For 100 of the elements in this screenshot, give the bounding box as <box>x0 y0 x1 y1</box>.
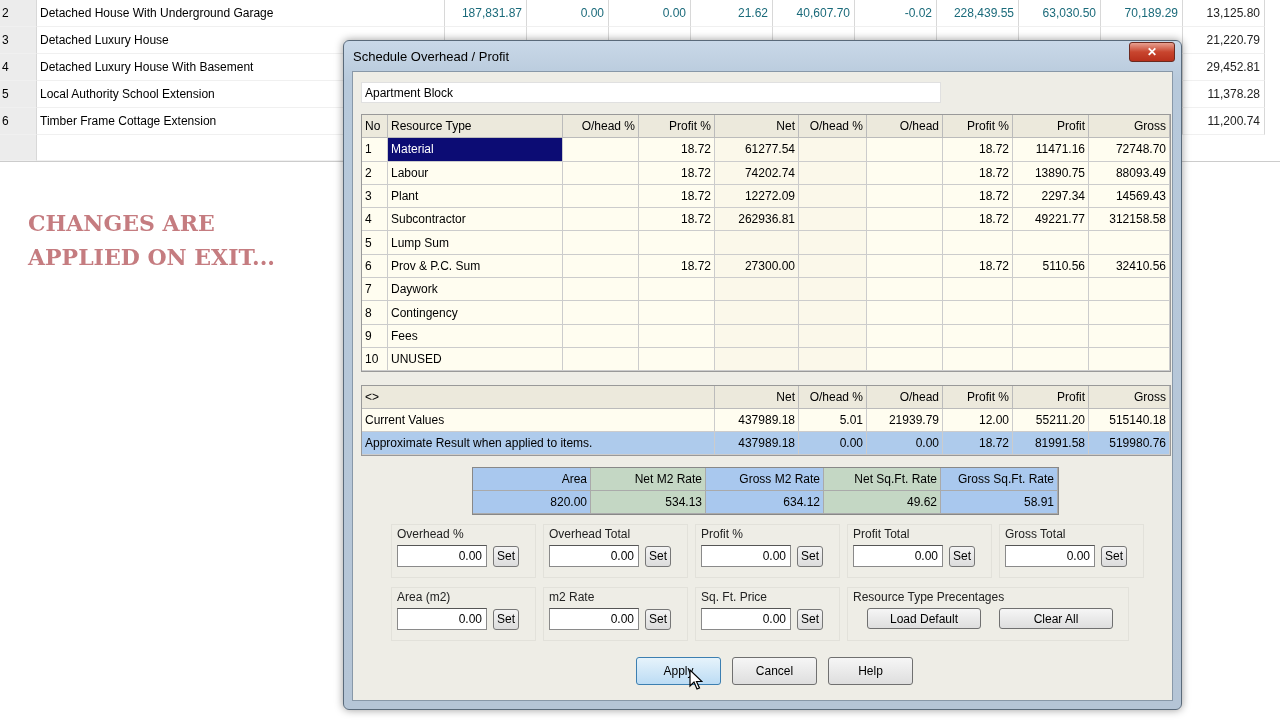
table-cell: 13890.75 <box>1013 161 1089 185</box>
table-cell <box>799 301 867 325</box>
table-cell: Detached House With Underground Garage <box>37 0 445 27</box>
column-header: O/head <box>867 386 943 410</box>
table-cell: 5 <box>362 231 388 255</box>
table-cell: 11,200.74 <box>1183 108 1265 135</box>
column-header: Net <box>715 386 799 410</box>
table-cell[interactable]: Daywork <box>388 278 563 302</box>
table-cell: 29,452.81 <box>1183 54 1265 81</box>
input-field[interactable]: 0.00 <box>701 545 791 568</box>
set-button[interactable]: Set <box>949 545 975 567</box>
table-cell: 14569.43 <box>1089 184 1170 209</box>
input-field[interactable]: 0.00 <box>397 545 487 568</box>
action-button[interactable]: Load Default <box>867 608 981 630</box>
table-cell: 0.00 <box>527 0 609 27</box>
table-cell: 81991.58 <box>1013 432 1089 456</box>
table-cell <box>799 208 867 232</box>
table-cell[interactable]: Prov & P.C. Sum <box>388 254 563 279</box>
input-field[interactable]: 0.00 <box>397 608 487 631</box>
row-number: 3 <box>0 27 37 54</box>
table-cell: 4 <box>362 208 388 232</box>
table-cell: 21,220.79 <box>1183 27 1265 54</box>
column-header: Gross <box>1089 386 1170 410</box>
input-field[interactable]: 0.00 <box>853 545 943 568</box>
table-cell[interactable]: Lump Sum <box>388 231 563 255</box>
column-header: O/head <box>867 115 943 139</box>
table-cell[interactable]: Labour <box>388 161 563 185</box>
table-cell: 8 <box>362 301 388 325</box>
set-button[interactable]: Set <box>645 545 671 567</box>
column-header: Profit <box>1013 115 1089 139</box>
column-header: <> <box>362 386 715 410</box>
field-label: Gross Total <box>1005 527 1067 542</box>
table-cell: 11471.16 <box>1013 138 1089 162</box>
set-button[interactable]: Set <box>797 608 823 630</box>
table-cell[interactable]: Contingency <box>388 301 563 325</box>
table-cell: 70,189.29 <box>1101 0 1183 27</box>
column-header: Profit % <box>943 386 1013 410</box>
table-cell: 10 <box>362 347 388 372</box>
caption-text: APPLIED ON EXIT... <box>28 243 275 272</box>
table-cell: 32410.56 <box>1089 254 1170 279</box>
table-cell: 820.00 <box>473 491 591 515</box>
table-cell: 228,439.55 <box>937 0 1019 27</box>
input-field[interactable]: 0.00 <box>1005 545 1095 568</box>
table-cell <box>799 278 867 302</box>
set-button[interactable]: Set <box>797 545 823 567</box>
field-label: Area (m2) <box>397 590 452 605</box>
table-cell[interactable]: Plant <box>388 184 563 209</box>
table-cell[interactable]: Fees <box>388 324 563 348</box>
table-cell[interactable]: Subcontractor <box>388 208 563 232</box>
table-cell: 2297.34 <box>1013 184 1089 209</box>
dialog-button[interactable]: Cancel <box>732 657 817 686</box>
table-cell: 437989.18 <box>715 432 799 456</box>
set-button[interactable]: Set <box>493 608 519 630</box>
table-cell <box>943 301 1013 325</box>
table-cell: 61277.54 <box>715 138 799 162</box>
input-field[interactable]: 0.00 <box>701 608 791 631</box>
table-cell: 3 <box>362 184 388 209</box>
table-cell: 9 <box>362 324 388 348</box>
column-header: Area <box>473 468 591 492</box>
table-cell: 262936.81 <box>715 208 799 232</box>
action-button[interactable]: Clear All <box>999 608 1113 630</box>
table-cell[interactable]: Material <box>388 138 563 162</box>
row-number: 6 <box>0 108 37 135</box>
column-header: Gross M2 Rate <box>706 468 824 492</box>
table-cell: 49.62 <box>824 491 941 515</box>
input-field[interactable]: 0.00 <box>549 608 639 631</box>
dialog-button[interactable]: Help <box>828 657 913 686</box>
table-cell: 5110.56 <box>1013 254 1089 279</box>
field-label: Overhead % <box>397 527 465 542</box>
table-cell: 634.12 <box>706 491 824 515</box>
name-field[interactable]: Apartment Block <box>361 82 941 103</box>
table-cell <box>943 347 1013 372</box>
row-number: 2 <box>0 0 37 27</box>
table-cell[interactable]: UNUSED <box>388 347 563 372</box>
input-field[interactable]: 0.00 <box>549 545 639 568</box>
table-cell <box>943 278 1013 302</box>
close-button[interactable]: ✕ <box>1129 42 1175 62</box>
table-cell <box>943 324 1013 348</box>
table-cell: 40,607.70 <box>773 0 855 27</box>
table-cell <box>943 231 1013 255</box>
table-cell: 519980.76 <box>1089 432 1170 456</box>
table-cell: 72748.70 <box>1089 138 1170 162</box>
column-header: No <box>362 115 388 139</box>
table-cell: 0.00 <box>609 0 691 27</box>
table-cell: 63,030.50 <box>1019 0 1101 27</box>
set-button[interactable]: Set <box>1101 545 1127 567</box>
table-cell: 7 <box>362 278 388 302</box>
column-header: Gross Sq.Ft. Rate <box>941 468 1058 492</box>
table-cell: 49221.77 <box>1013 208 1089 232</box>
set-button[interactable]: Set <box>645 608 671 630</box>
column-header: Net Sq.Ft. Rate <box>824 468 941 492</box>
column-header: O/head % <box>799 115 867 139</box>
table-cell <box>799 231 867 255</box>
table-cell: 13,125.80 <box>1183 0 1265 27</box>
column-header: Resource Type <box>388 115 563 139</box>
field-label: Profit % <box>701 527 744 542</box>
row-number: 5 <box>0 81 37 108</box>
set-button[interactable]: Set <box>493 545 519 567</box>
table-cell: 18.72 <box>943 208 1013 232</box>
table-cell <box>799 254 867 279</box>
